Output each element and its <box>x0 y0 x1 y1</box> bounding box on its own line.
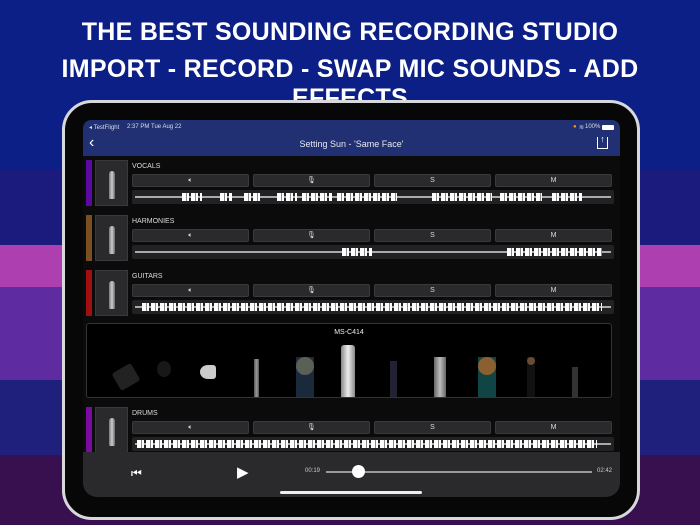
microphone-icon: 🎙︎ <box>307 287 316 294</box>
waveform-region <box>142 303 602 311</box>
current-time: 00:19 <box>305 468 321 474</box>
microphone-icon <box>109 171 115 199</box>
speaker-icon: 🔈︎ <box>188 177 193 184</box>
status-date: Tue Aug 22 <box>151 124 182 130</box>
lavalier-mic-icon[interactable] <box>157 361 171 377</box>
volume-button[interactable]: 🔈︎ <box>132 421 249 434</box>
transport-bar: ⏮ ▶ 00:19 02:42 <box>83 452 620 497</box>
microphone-icon <box>109 281 115 309</box>
track-name: VOCALS <box>132 163 161 170</box>
vintage-ball-mic-icon[interactable] <box>478 357 496 397</box>
volume-button[interactable]: 🔈︎ <box>132 174 249 187</box>
app-screen: ◂ TestFlight 2:37 PM Tue Aug 22 ● ≋ 100%… <box>83 120 620 497</box>
mute-button[interactable]: M <box>495 174 612 187</box>
home-indicator <box>280 491 422 494</box>
track-row[interactable]: HARMONIES 🔈︎ 🎙︎ S M <box>86 213 617 265</box>
play-icon[interactable]: ▶ <box>237 463 249 481</box>
mic-select-button[interactable]: 🎙︎ <box>253 421 370 434</box>
mic-select-button[interactable]: 🎙︎ <box>253 229 370 242</box>
mic-picker[interactable]: MS-C414 <box>86 323 612 398</box>
waveform-region <box>342 248 372 256</box>
speaker-icon: 🔈︎ <box>188 232 193 239</box>
seek-slider[interactable] <box>326 471 592 473</box>
mute-button[interactable]: M <box>495 421 612 434</box>
mute-button[interactable]: M <box>495 229 612 242</box>
waveform-region <box>182 193 202 201</box>
waveform-region <box>220 193 232 201</box>
seek-knob[interactable] <box>351 465 365 478</box>
track-row[interactable]: VOCALS 🔈︎ 🎙︎ S M <box>86 158 617 210</box>
microphone-icon: 🎙︎ <box>307 177 316 184</box>
song-title: Setting Sun - 'Same Face' <box>299 139 404 149</box>
solo-button[interactable]: S <box>374 229 491 242</box>
ms-c414-mic-icon[interactable] <box>341 345 355 397</box>
status-time: 2:37 PM <box>127 124 150 130</box>
volume-button[interactable]: 🔈︎ <box>132 229 249 242</box>
headline-1: THE BEST SOUNDING RECORDING STUDIO <box>81 18 619 46</box>
waveform-region <box>244 193 262 201</box>
wifi-icon: ≋ <box>579 125 585 131</box>
track-name: HARMONIES <box>132 218 175 225</box>
skip-back-icon[interactable]: ⏮ <box>131 466 142 481</box>
shotgun-mic-icon[interactable] <box>111 362 141 392</box>
waveform[interactable] <box>132 300 614 314</box>
pencil-condenser-mic-icon[interactable] <box>254 359 259 397</box>
waveform-region <box>302 193 332 201</box>
speaker-icon: 🔈︎ <box>188 287 193 294</box>
track-mic-thumbnail[interactable] <box>95 270 128 316</box>
track-color-tag <box>86 215 92 261</box>
track-row[interactable]: GUITARS 🔈︎ 🎙︎ S M <box>86 268 617 320</box>
microphone-icon <box>109 418 115 446</box>
megaphone-icon[interactable] <box>200 365 216 379</box>
waveform-region <box>277 193 297 201</box>
volume-button[interactable]: 🔈︎ <box>132 284 249 297</box>
waveform-region <box>552 193 582 201</box>
mute-button[interactable]: M <box>495 284 612 297</box>
tube-mic-icon[interactable] <box>390 361 397 397</box>
waveform-region <box>500 193 542 201</box>
ribbon-mic-icon[interactable] <box>296 357 314 397</box>
track-color-tag <box>86 160 92 206</box>
waveform-region <box>507 248 602 256</box>
large-diaphragm-mic-icon[interactable] <box>434 357 446 397</box>
back-to-app[interactable]: ◂ TestFlight <box>89 124 119 131</box>
microphone-icon: 🎙︎ <box>307 232 316 239</box>
track-color-tag <box>86 270 92 316</box>
waveform-region <box>337 193 397 201</box>
track-mic-thumbnail[interactable] <box>95 407 128 453</box>
battery-icon <box>602 125 614 130</box>
solo-button[interactable]: S <box>374 284 491 297</box>
waveform-region <box>432 193 492 201</box>
track-name: DRUMS <box>132 410 158 417</box>
track-row[interactable]: DRUMS 🔈︎ 🎙︎ S M <box>86 405 617 457</box>
speaker-icon: 🔈︎ <box>188 424 193 431</box>
battery-level: 100% <box>585 124 601 130</box>
microphone-icon: 🎙︎ <box>307 424 316 431</box>
selected-mic-name: MS-C414 <box>334 329 364 336</box>
solo-button[interactable]: S <box>374 174 491 187</box>
waveform[interactable] <box>132 245 614 259</box>
solo-button[interactable]: S <box>374 421 491 434</box>
total-time: 02:42 <box>597 468 613 474</box>
track-name: GUITARS <box>132 273 163 280</box>
share-icon[interactable]: ↑ <box>597 135 608 149</box>
track-mic-thumbnail[interactable] <box>95 160 128 206</box>
waveform-region <box>137 440 597 448</box>
dynamic-mic-icon[interactable] <box>572 367 578 397</box>
track-color-tag <box>86 407 92 453</box>
mic-indicator-icon: ● <box>573 124 577 130</box>
mic-select-button[interactable]: 🎙︎ <box>253 174 370 187</box>
nav-bar: ◂ TestFlight 2:37 PM Tue Aug 22 ● ≋ 100%… <box>83 120 620 156</box>
track-mic-thumbnail[interactable] <box>95 215 128 261</box>
mic-select-button[interactable]: 🎙︎ <box>253 284 370 297</box>
stand-mic-icon[interactable] <box>527 357 535 397</box>
waveform[interactable] <box>132 190 614 204</box>
waveform[interactable] <box>132 437 614 451</box>
microphone-icon <box>109 226 115 254</box>
